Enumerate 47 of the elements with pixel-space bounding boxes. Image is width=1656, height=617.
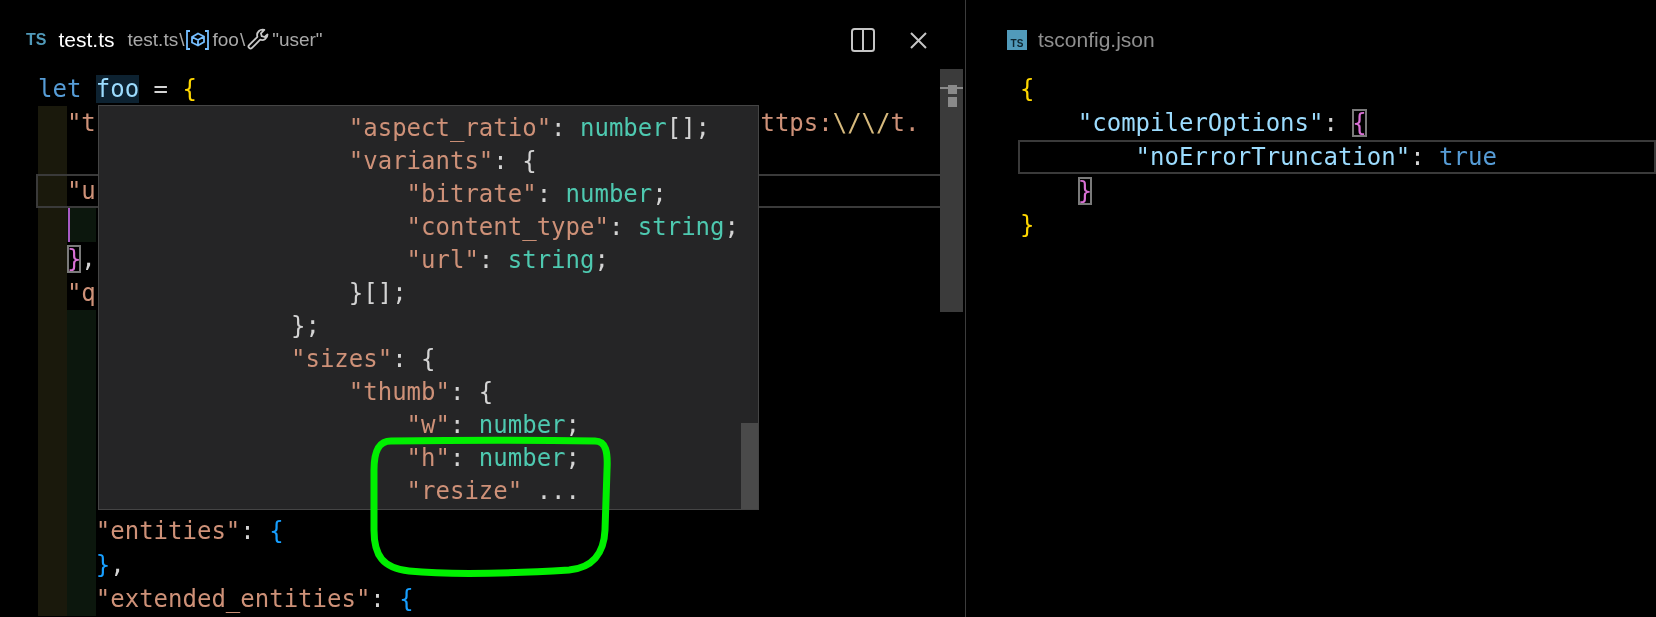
breadcrumb-separator: \: [179, 29, 185, 51]
code-fragment: ttps:\/\/t.: [760, 110, 920, 136]
close-icon[interactable]: [910, 31, 927, 49]
wrench-icon: [246, 28, 271, 52]
breadcrumb-separator: \: [239, 29, 246, 51]
split-editor-icon[interactable]: [851, 28, 875, 52]
code-line: };: [291, 312, 320, 339]
code-line: },: [66, 246, 96, 272]
breadcrumb-item[interactable]: foo: [185, 29, 239, 51]
code-line: "t: [66, 110, 96, 136]
code-line: "entities": {: [95, 518, 284, 544]
cursor-marker-icon: [940, 85, 963, 107]
indent-shading: [38, 582, 96, 616]
editor-tab[interactable]: TS tsconfig.json: [1007, 28, 1155, 52]
code-line: "content_type": string;: [406, 213, 739, 240]
code-line: },: [95, 552, 125, 578]
code-line: "sizes": {: [291, 345, 436, 372]
code-line: "compilerOptions": {: [1077, 110, 1367, 136]
cube-icon: [185, 29, 211, 51]
code-line: "h": number;: [406, 444, 580, 471]
indent-shading: [38, 140, 67, 174]
file-type-label: TS: [26, 31, 47, 49]
breadcrumb-item[interactable]: test.ts: [127, 29, 179, 51]
file-type-badge: TS: [1007, 30, 1027, 50]
code-line: "w": number;: [406, 411, 580, 438]
editor-tab[interactable]: TS test.ts: [26, 28, 115, 52]
code-line: "noErrorTruncation": true: [1135, 144, 1497, 170]
breadcrumb-item[interactable]: "user": [246, 28, 323, 52]
code-line: "bitrate": number;: [406, 180, 667, 207]
code-line: let foo = {: [38, 76, 197, 102]
code-line: "url": string;: [406, 246, 609, 273]
scrollbar-thumb[interactable]: [940, 69, 963, 312]
code-line: }[];: [348, 279, 407, 306]
code-line: "thumb": {: [348, 378, 494, 405]
code-line: "q: [66, 280, 96, 306]
indent-shading: [38, 106, 67, 140]
code-line: "extended_entities": {: [95, 586, 414, 612]
code-line: }: [1020, 212, 1035, 238]
code-line: "u: [66, 178, 96, 204]
code-line: "resize" ...: [406, 477, 580, 504]
code-line: {: [1020, 76, 1035, 102]
code-line: "aspect_ratio": number[];: [348, 114, 711, 141]
scrollbar-thumb[interactable]: [741, 423, 758, 509]
bracket-guide: [67, 208, 70, 242]
indent-shading: [38, 176, 67, 206]
code-line: }: [1077, 178, 1093, 204]
code-line: "variants": {: [348, 147, 537, 174]
